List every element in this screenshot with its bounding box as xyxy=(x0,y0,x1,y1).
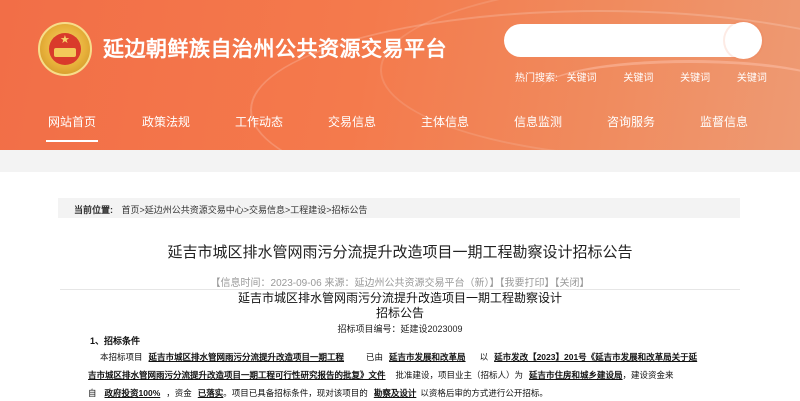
text: 本招标项目 xyxy=(100,352,143,362)
article-title: 延吉市城区排水管网雨污分流提升改造项目一期工程勘察设计招标公告 xyxy=(167,244,633,261)
section-heading: 1、招标条件 xyxy=(90,336,141,346)
site-header: ★ 延边朝鲜族自治州公共资源交易平台 热门搜索: 关键词 关键词 关键词 关键词… xyxy=(0,0,800,150)
hot-keyword[interactable]: 关键词 xyxy=(737,73,767,84)
document-title-line1: 延吉市城区排水管网雨污分流提升改造项目一期工程勘察设计 xyxy=(237,291,562,305)
search-button[interactable] xyxy=(725,22,762,59)
tenderer: 延吉市住房和城乡建设局 xyxy=(529,370,623,380)
breadcrumb-path[interactable]: 首页>延边州公共资源交易中心>交易信息>工程建设>招标公告 xyxy=(122,205,368,215)
emblem-gate xyxy=(54,48,76,57)
approval-document-cont: 吉市城区排水管网雨污分流提升改造项目一期工程可行性研究报告的批复》文件 xyxy=(88,370,386,380)
hot-keyword[interactable]: 关键词 xyxy=(680,73,710,84)
header-bottom-band xyxy=(0,150,800,172)
text: ，建设资金来 xyxy=(622,370,674,380)
divider xyxy=(60,289,740,290)
search-input[interactable] xyxy=(504,24,758,57)
hot-keyword[interactable]: 关键词 xyxy=(567,73,597,84)
nav-item-home[interactable]: 网站首页 xyxy=(48,113,96,130)
approval-authority: 延吉市发展和改革局 xyxy=(389,352,466,362)
text: 已由 xyxy=(366,352,384,362)
national-emblem-logo: ★ xyxy=(38,22,92,76)
text: 。项目已具备招标条件，现对该项目的 xyxy=(223,388,368,398)
nav-item-policy[interactable]: 政策法规 xyxy=(142,113,190,130)
hot-search-label: 热门搜索: xyxy=(515,73,558,84)
article-meta: 【信息时间：2023-09-06 来源：延边州公共资源交易平台（新）】【我要打印… xyxy=(210,278,590,289)
nav-item-news[interactable]: 工作动态 xyxy=(235,113,283,130)
funding-source: 政府投资100% xyxy=(104,388,161,398)
project-name: 延吉市城区排水管网雨污分流提升改造项目一期工程 xyxy=(148,352,345,362)
document-title: 延吉市城区排水管网雨污分流提升改造项目一期工程勘察设计 招标公告 xyxy=(0,291,800,321)
hot-keyword[interactable]: 关键词 xyxy=(623,73,653,84)
nav-item-entity[interactable]: 主体信息 xyxy=(421,113,469,130)
funding-status: 已落实 xyxy=(197,388,224,398)
paragraph-line: 自政府投资100% ，资金 已落实。项目已具备招标条件，现对该项目的 勘察及设计 以资格… xyxy=(88,387,548,399)
hot-search: 热门搜索: 关键词 关键词 关键词 关键词 xyxy=(515,69,777,84)
nav-item-trade[interactable]: 交易信息 xyxy=(328,113,376,130)
text: 以资格后审的方式进行公开招标。 xyxy=(420,388,548,398)
paragraph-line: 吉市城区排水管网雨污分流提升改造项目一期工程可行性研究报告的批复》文件 批准建设，… xyxy=(88,369,674,381)
nav-item-supervise[interactable]: 监督信息 xyxy=(700,113,748,130)
text: 以 xyxy=(479,352,489,362)
breadcrumb: 当前位置: 首页>延边州公共资源交易中心>交易信息>工程建设>招标公告 xyxy=(58,198,740,218)
paragraph-line: 本招标项目 延吉市城区排水管网雨污分流提升改造项目一期工程 已由 延吉市发展和改革局 以… xyxy=(88,351,697,363)
site-title[interactable]: 延边朝鲜族自治州公共资源交易平台 xyxy=(103,33,447,63)
text: 批准建设，项目业主（招标人）为 xyxy=(395,370,524,380)
text: 自 xyxy=(88,388,97,398)
approval-document: 延市发改【2023】201号《延吉市发展和改革局关于延 xyxy=(494,352,698,362)
main-nav: 网站首页 政策法规 工作动态 交易信息 主体信息 信息监测 咨询服务 监督信息 xyxy=(0,100,800,142)
star-icon: ★ xyxy=(60,34,70,46)
document-title-line2: 招标公告 xyxy=(375,306,424,320)
nav-item-monitor[interactable]: 信息监测 xyxy=(514,113,562,130)
nav-item-consult[interactable]: 咨询服务 xyxy=(607,113,655,130)
nav-active-underline xyxy=(46,140,98,142)
tender-scope: 勘察及设计 xyxy=(373,388,417,398)
text: ，资金 xyxy=(166,388,192,398)
breadcrumb-label: 当前位置: xyxy=(74,205,113,215)
